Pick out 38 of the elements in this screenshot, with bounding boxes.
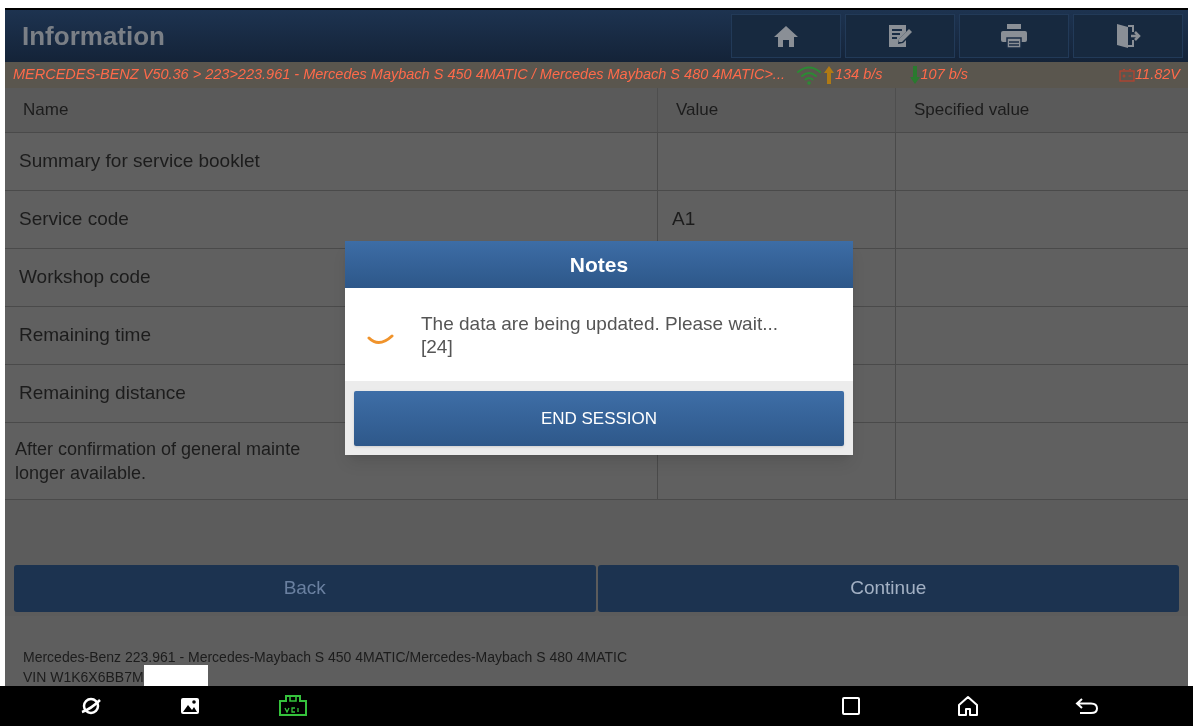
vehicle-description: Mercedes-Benz 223.961 - Mercedes-Maybach S 450 4MATIC/Mercedes-Maybach S 480 4MATIC	[23, 648, 629, 667]
upload-speed: 134 b/s	[834, 65, 883, 85]
table-cell-text: A1	[672, 207, 696, 232]
action-button[interactable]: Continue	[597, 565, 1179, 612]
home-icon[interactable]	[957, 695, 979, 717]
edit-button[interactable]	[845, 14, 955, 58]
printer-button[interactable]	[959, 14, 1069, 58]
battery-voltage: 11.82V	[1135, 65, 1180, 85]
home-button[interactable]	[731, 14, 841, 58]
redaction-block	[143, 665, 208, 687]
square-icon[interactable]	[841, 696, 861, 716]
exit-door-button[interactable]	[1073, 14, 1183, 58]
dialog-message: The data are being updated. Please wait... [24]	[421, 311, 779, 358]
table-cell-text: After confirmation of general mainte longer available.	[15, 438, 301, 485]
table-cell-text: Remaining time	[19, 323, 151, 348]
back-icon[interactable]	[1075, 696, 1099, 716]
wifi-icon	[794, 65, 823, 85]
home-icon	[773, 24, 799, 48]
edit-icon	[887, 23, 913, 49]
table-cell-text: Remaining distance	[19, 381, 186, 406]
vci-connector-icon[interactable]	[278, 695, 308, 717]
upload-arrow-icon	[822, 65, 835, 85]
image-icon[interactable]	[180, 697, 200, 715]
table-cell-text: Summary for service booklet	[19, 149, 260, 174]
page-title: Information	[22, 19, 165, 53]
download-arrow-icon	[908, 65, 921, 85]
exit-door-icon	[1114, 22, 1142, 50]
download-speed: 107 b/s	[920, 65, 969, 85]
browser-icon[interactable]	[80, 695, 102, 717]
breadcrumb: MERCEDES-BENZ V50.36 > 223>223.961 - Mercedes Maybach S 450 4MATIC / Mercedes Maybach S 480 4MATIC>...	[13, 65, 785, 85]
table-cell-text: Workshop code	[19, 265, 151, 290]
printer-icon	[1000, 23, 1028, 49]
column-header: Name	[22, 99, 70, 122]
table-cell-text: Service code	[19, 207, 129, 232]
vin-label: VIN W1K6X6BB7M	[23, 668, 144, 687]
battery-icon	[1119, 68, 1136, 82]
dialog-title: Notes	[569, 251, 629, 278]
end-session-button[interactable]: END SESSION	[354, 391, 844, 446]
